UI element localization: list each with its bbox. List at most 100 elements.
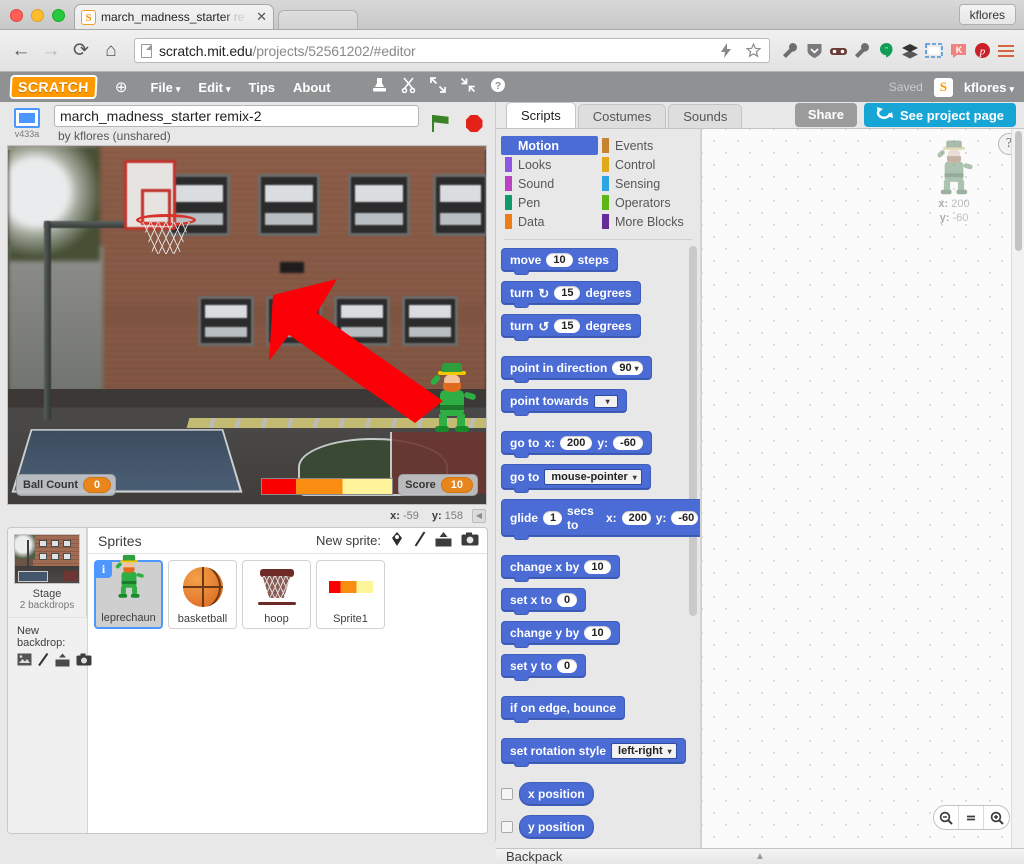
tab-sounds[interactable]: Sounds (668, 104, 743, 128)
small-stage-toggle[interactable]: v433a (8, 108, 46, 139)
project-title-input[interactable] (54, 104, 419, 127)
category-control[interactable]: Control (598, 155, 695, 174)
tab-costumes[interactable]: Costumes (577, 104, 667, 128)
turn-cw-degrees-input[interactable]: 15 (554, 286, 581, 300)
stamp-icon[interactable] (372, 77, 387, 97)
close-window-button[interactable] (10, 9, 23, 22)
block-set-x-to[interactable]: set x to 0 (501, 588, 587, 615)
stage-sprite-gradient-bar[interactable] (261, 478, 393, 495)
close-tab-icon[interactable]: ✕ (252, 9, 267, 25)
maximize-window-button[interactable] (52, 9, 65, 22)
back-icon[interactable]: ← (8, 38, 34, 64)
layers-icon[interactable] (900, 41, 920, 61)
sprite-card-leprechaun[interactable]: i leprechaun (94, 554, 163, 629)
watcher-ball-count[interactable]: Ball Count 0 (16, 474, 116, 496)
x-position-checkbox[interactable] (501, 788, 513, 800)
star-icon[interactable] (743, 41, 763, 61)
hangouts-icon[interactable]: " (876, 41, 896, 61)
user-avatar[interactable]: S (933, 77, 953, 97)
see-project-page-button[interactable]: See project page (863, 103, 1016, 127)
backpack-expand-icon[interactable]: ▲ (755, 851, 765, 862)
wrench2-icon[interactable] (852, 41, 872, 61)
category-data[interactable]: Data (501, 212, 598, 231)
pinterest-icon[interactable]: p (972, 41, 992, 61)
menu-edit[interactable]: Edit ▾ (189, 80, 239, 95)
watcher-score[interactable]: Score 10 (398, 474, 478, 496)
stage-selector[interactable]: Stage 2 backdrops (8, 528, 87, 617)
collapse-panel-icon[interactable]: ◀ (472, 509, 486, 523)
glide-secs-input[interactable]: 1 (543, 511, 563, 525)
address-bar[interactable]: scratch.mit.edu/projects/52561202/#edito… (134, 38, 770, 63)
block-set-rotation-style[interactable]: set rotation style left-right ▾ (501, 738, 686, 767)
glide-x-input[interactable]: 200 (621, 511, 651, 525)
block-point-towards[interactable]: point towards ▾ (501, 389, 627, 416)
tab-scripts[interactable]: Scripts (506, 102, 576, 128)
scissors-icon[interactable] (401, 77, 416, 97)
shrink-icon[interactable] (460, 77, 476, 97)
green-flag-button[interactable] (427, 115, 453, 132)
change-x-input[interactable]: 10 (584, 560, 611, 574)
stage-sprite-leprechaun[interactable] (429, 361, 477, 433)
turn-ccw-degrees-input[interactable]: 15 (554, 319, 581, 333)
block-move-steps[interactable]: move 10 steps (501, 248, 618, 275)
menu-icon[interactable] (996, 41, 1016, 61)
block-y-position[interactable]: y position (519, 815, 594, 839)
script-canvas[interactable]: ? x: 200 y: -60 (701, 129, 1024, 848)
backdrop-library-icon[interactable] (17, 653, 32, 670)
block-if-on-edge-bounce[interactable]: if on edge, bounce (501, 696, 626, 723)
grow-icon[interactable] (429, 77, 446, 97)
script-scrollbar[interactable] (1011, 129, 1024, 848)
category-motion[interactable]: Motion (501, 136, 598, 155)
shield-icon[interactable] (804, 41, 824, 61)
help-icon[interactable]: ? (490, 77, 506, 97)
sprite-info-icon[interactable]: i (95, 561, 112, 578)
block-x-position[interactable]: x position (519, 782, 594, 806)
block-glide[interactable]: glide 1 secs to x: 200 y: -60 (501, 499, 700, 540)
category-sensing[interactable]: Sensing (598, 174, 695, 193)
minimize-window-button[interactable] (31, 9, 44, 22)
category-events[interactable]: Events (598, 136, 695, 155)
account-menu[interactable]: kflores ▾ (964, 80, 1014, 95)
window-icon[interactable] (924, 41, 944, 61)
block-go-to-xy[interactable]: go to x: 200 y: -60 (501, 431, 652, 458)
y-position-checkbox[interactable] (501, 821, 513, 833)
stage[interactable]: Ball Count 0 Score 10 (7, 145, 487, 505)
zoom-in-button[interactable] (984, 806, 1009, 829)
menu-about[interactable]: About (284, 80, 340, 95)
share-button[interactable]: Share (794, 103, 857, 127)
backpack-bar[interactable]: Backpack ▲ (496, 848, 1024, 864)
category-pen[interactable]: Pen (501, 193, 598, 212)
block-change-x-by[interactable]: change x by 10 (501, 555, 620, 582)
k-icon[interactable]: K (948, 41, 968, 61)
lightning-icon[interactable] (716, 41, 736, 61)
sprite-card-sprite1[interactable]: Sprite1 (316, 560, 385, 629)
change-y-input[interactable]: 10 (584, 626, 611, 640)
browser-tab[interactable]: S march_madness_starter re ✕ (74, 4, 274, 29)
wrench-icon[interactable] (780, 41, 800, 61)
goto-x-input[interactable]: 200 (560, 436, 593, 450)
category-more-blocks[interactable]: More Blocks (598, 212, 695, 231)
mask-icon[interactable] (828, 41, 848, 61)
goto-target-dropdown[interactable]: mouse-pointer ▾ (544, 469, 642, 485)
home-icon[interactable]: ⌂ (98, 38, 124, 64)
backdrop-upload-icon[interactable] (55, 653, 70, 670)
block-point-in-direction[interactable]: point in direction 90 ▾ (501, 356, 652, 383)
set-y-input[interactable]: 0 (557, 659, 578, 673)
menu-file[interactable]: File ▾ (141, 80, 189, 95)
zoom-reset-button[interactable] (959, 806, 984, 829)
category-looks[interactable]: Looks (501, 155, 598, 174)
scratch-logo[interactable]: SCRATCH (9, 75, 98, 99)
set-x-input[interactable]: 0 (557, 593, 578, 607)
block-set-y-to[interactable]: set y to 0 (501, 654, 587, 681)
zoom-out-button[interactable] (934, 806, 959, 829)
stop-button[interactable] (461, 115, 487, 132)
sprite-card-basketball[interactable]: basketball (168, 560, 237, 629)
page-info-icon[interactable] (141, 43, 152, 58)
palette-scrollbar[interactable] (689, 246, 697, 616)
reload-icon[interactable]: ⟳ (68, 38, 94, 64)
block-turn-ccw[interactable]: turn ↺ 15 degrees (501, 314, 641, 341)
point-towards-dropdown[interactable]: ▾ (593, 394, 618, 408)
window-controls[interactable] (0, 9, 74, 29)
backdrop-paint-icon[interactable] (38, 652, 49, 670)
category-sound[interactable]: Sound (501, 174, 598, 193)
